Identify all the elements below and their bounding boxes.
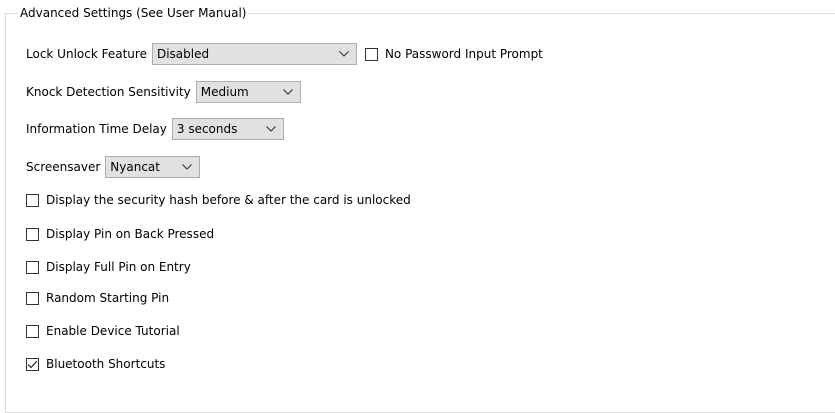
lock-unlock-value: Disabled [156,47,210,61]
chevron-down-icon [282,86,294,98]
knock-sensitivity-value: Medium [200,85,249,99]
groupbox-title: Advanced Settings (See User Manual) [18,5,249,21]
screensaver-label: Screensaver [26,160,101,174]
bluetooth-shortcuts-checkbox[interactable]: Bluetooth Shortcuts [26,353,165,375]
no-password-prompt-box[interactable] [364,47,378,61]
bluetooth-shortcuts-box[interactable] [26,357,39,371]
screensaver-value: Nyancat [110,160,160,174]
random-starting-pin-box[interactable] [26,291,39,305]
knock-sensitivity-row: Knock Detection Sensitivity Medium [26,81,301,103]
pin-on-back-checkbox[interactable]: Display Pin on Back Pressed [26,223,214,245]
random-starting-pin-label: Random Starting Pin [46,291,170,305]
device-tutorial-checkbox[interactable]: Enable Device Tutorial [26,320,180,342]
pin-on-back-box[interactable] [26,227,39,241]
bluetooth-shortcuts-label: Bluetooth Shortcuts [46,357,166,371]
knock-sensitivity-label: Knock Detection Sensitivity [26,85,191,99]
security-hash-box[interactable] [26,193,39,207]
lock-unlock-dropdown[interactable]: Disabled [151,43,357,65]
info-time-delay-label: Information Time Delay [26,122,167,136]
device-tutorial-box[interactable] [26,324,39,338]
full-pin-entry-label: Display Full Pin on Entry [46,260,191,274]
random-starting-pin-checkbox[interactable]: Random Starting Pin [26,287,169,309]
screensaver-row: Screensaver Nyancat [26,156,201,178]
no-password-prompt-checkbox[interactable]: No Password Input Prompt [364,47,543,61]
screensaver-dropdown[interactable]: Nyancat [105,156,201,178]
device-tutorial-label: Enable Device Tutorial [46,324,180,338]
no-password-prompt-label: No Password Input Prompt [384,47,543,61]
lock-unlock-label: Lock Unlock Feature [26,47,147,61]
info-time-delay-value: 3 seconds [176,122,238,136]
lock-unlock-row: Lock Unlock Feature Disabled No Password… [26,43,543,65]
security-hash-label: Display the security hash before & after… [46,193,411,207]
security-hash-checkbox[interactable]: Display the security hash before & after… [26,189,411,211]
checkmark-icon [27,360,38,368]
pin-on-back-label: Display Pin on Back Pressed [46,227,215,241]
chevron-down-icon [181,161,193,173]
chevron-down-icon [338,48,350,60]
full-pin-entry-box[interactable] [26,260,39,274]
knock-sensitivity-dropdown[interactable]: Medium [195,81,301,103]
full-pin-entry-checkbox[interactable]: Display Full Pin on Entry [26,256,191,278]
chevron-down-icon [265,123,277,135]
info-time-delay-dropdown[interactable]: 3 seconds [171,118,284,140]
info-time-delay-row: Information Time Delay 3 seconds [26,118,284,140]
